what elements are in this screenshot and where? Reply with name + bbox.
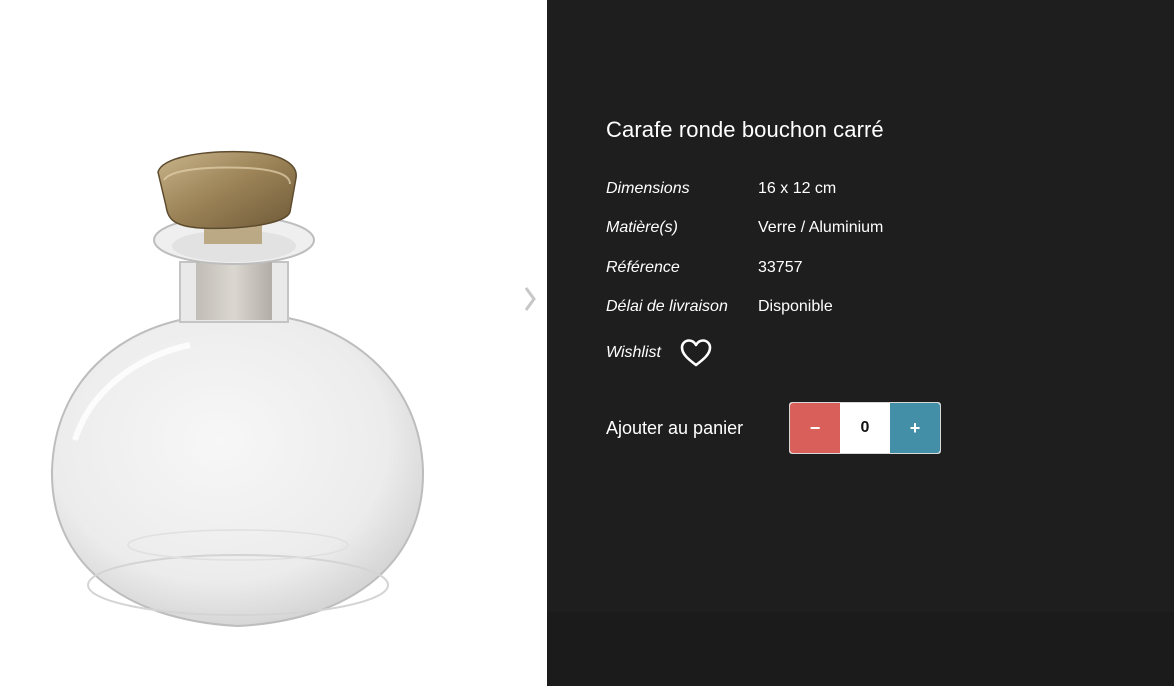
- quantity-stepper: − +: [789, 402, 941, 454]
- chevron-right-icon[interactable]: [518, 284, 542, 314]
- panel-footer: [547, 612, 1174, 686]
- increase-quantity-button[interactable]: +: [890, 403, 940, 453]
- spec-label: Dimensions: [606, 180, 690, 197]
- spec-value: 33757: [758, 259, 803, 276]
- spec-label: Référence: [606, 259, 680, 276]
- spec-value: Verre / Aluminium: [758, 219, 884, 236]
- product-details-panel: Carafe ronde bouchon carré Dimensions 16…: [547, 0, 1174, 686]
- wishlist-label: Wishlist: [606, 344, 661, 361]
- spec-label: Délai de livraison: [606, 298, 728, 315]
- add-to-cart-label: Ajouter au panier: [606, 418, 744, 438]
- heart-icon[interactable]: [680, 338, 712, 368]
- quantity-input[interactable]: [840, 403, 890, 453]
- product-image: [50, 150, 425, 628]
- product-gallery: [0, 0, 547, 686]
- spec-value: 16 x 12 cm: [758, 180, 837, 197]
- product-title: Carafe ronde bouchon carré: [606, 117, 884, 142]
- decrease-quantity-button[interactable]: −: [790, 403, 840, 453]
- spec-label: Matière(s): [606, 219, 679, 236]
- spec-value: Disponible: [758, 298, 833, 315]
